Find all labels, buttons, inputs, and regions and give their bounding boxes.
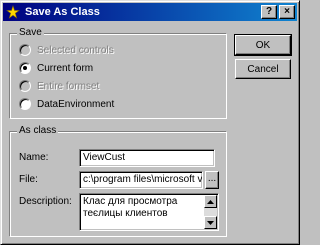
scroll-up-arrow-icon[interactable] xyxy=(204,195,217,208)
save-group-legend: Save xyxy=(17,27,44,39)
help-button[interactable]: ? xyxy=(261,5,277,19)
browse-button[interactable]: ... xyxy=(205,171,219,189)
description-label: Description: xyxy=(19,196,72,207)
radio-label: Current form xyxy=(37,62,94,74)
radio-label: Selected controls xyxy=(37,44,114,56)
cancel-button[interactable]: Cancel xyxy=(235,59,291,79)
radio-entire-formset[interactable]: Entire formset xyxy=(19,79,99,93)
close-button[interactable]: × xyxy=(279,5,295,19)
description-input[interactable]: Клас для просмотра теєлицы клиентов xyxy=(79,193,219,231)
name-label: Name: xyxy=(19,152,49,163)
radio-current-form[interactable]: Current form xyxy=(19,61,93,75)
ok-button[interactable]: OK xyxy=(234,34,292,56)
radio-label: DataEnvironment xyxy=(37,98,115,110)
file-input[interactable]: c:\program files\microsoft vi xyxy=(79,171,203,189)
name-input[interactable]: ViewCust xyxy=(79,149,215,167)
window-title: Save As Class xyxy=(25,6,100,18)
radio-data-environment[interactable]: DataEnvironment xyxy=(19,97,114,111)
radio-selected-controls[interactable]: Selected controls xyxy=(19,43,114,57)
radio-button[interactable] xyxy=(19,98,31,110)
radio-button[interactable] xyxy=(19,62,31,74)
radio-label: Entire formset xyxy=(37,80,100,92)
wizard-star-icon xyxy=(6,5,20,19)
save-as-class-dialog: Save As Class ? × Save Selected controls… xyxy=(0,0,300,245)
file-label: File: xyxy=(19,174,38,185)
title-bar[interactable]: Save As Class ? × xyxy=(3,3,297,21)
save-group: Save Selected controls Current form Enti… xyxy=(9,27,227,119)
description-text: Клас для просмотра теєлицы клиентов xyxy=(83,196,178,219)
scroll-down-arrow-icon[interactable] xyxy=(204,216,217,229)
as-class-group-legend: As class xyxy=(17,125,59,137)
radio-button[interactable] xyxy=(19,44,31,56)
as-class-group: As class Name: ViewCust File: c:\program… xyxy=(9,125,227,237)
radio-button[interactable] xyxy=(19,80,31,92)
description-scrollbar[interactable] xyxy=(204,195,217,229)
